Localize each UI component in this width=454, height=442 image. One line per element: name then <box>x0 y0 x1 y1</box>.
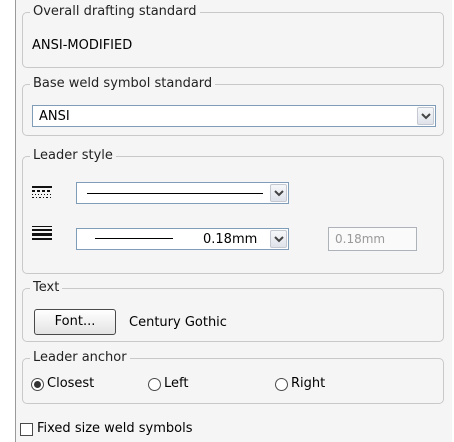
font-button[interactable]: Font... <box>34 309 116 335</box>
fixed-size-label[interactable]: Fixed size weld symbols <box>37 421 193 437</box>
line-style-sample <box>87 193 263 194</box>
line-thickness-value: 0.18mm <box>203 232 258 247</box>
leader-anchor-group: Leader anchor Closest Left Right <box>22 350 444 404</box>
radio-left-label[interactable]: Left <box>164 376 188 392</box>
radio-left[interactable] <box>148 378 161 391</box>
chevron-down-icon[interactable] <box>270 184 287 202</box>
leader-style-legend: Leader style <box>30 148 116 164</box>
fixed-size-checkbox[interactable] <box>20 423 33 436</box>
text-group: Text Font... Century Gothic <box>22 280 444 342</box>
drafting-standard-group: Overall drafting standard ANSI-MODIFIED <box>22 4 444 68</box>
drafting-standard-legend: Overall drafting standard <box>30 4 200 20</box>
leader-anchor-legend: Leader anchor <box>30 350 130 366</box>
base-weld-standard-legend: Base weld symbol standard <box>30 76 216 92</box>
chevron-down-icon[interactable] <box>417 107 434 125</box>
custom-thickness-field[interactable]: 0.18mm <box>328 227 417 251</box>
line-thickness-dropdown[interactable]: 0.18mm <box>76 228 289 250</box>
radio-right[interactable] <box>275 378 288 391</box>
line-style-icon <box>32 186 52 200</box>
line-thickness-sample <box>95 238 173 239</box>
leader-style-group: Leader style 0.18mm 0.18mm <box>22 148 444 274</box>
line-style-dropdown[interactable] <box>76 182 289 204</box>
text-legend: Text <box>30 280 63 296</box>
radio-selected-dot <box>34 381 41 388</box>
base-weld-standard-value: ANSI <box>39 109 70 124</box>
radio-right-label[interactable]: Right <box>291 376 325 392</box>
base-weld-standard-group: Base weld symbol standard ANSI <box>22 76 444 136</box>
radio-closest[interactable] <box>31 378 44 391</box>
radio-closest-label[interactable]: Closest <box>47 376 94 392</box>
line-thickness-icon <box>32 226 52 240</box>
drafting-standard-value: ANSI-MODIFIED <box>32 38 133 53</box>
font-name: Century Gothic <box>129 315 227 330</box>
chevron-down-icon[interactable] <box>270 230 287 248</box>
base-weld-standard-dropdown[interactable]: ANSI <box>32 105 436 127</box>
